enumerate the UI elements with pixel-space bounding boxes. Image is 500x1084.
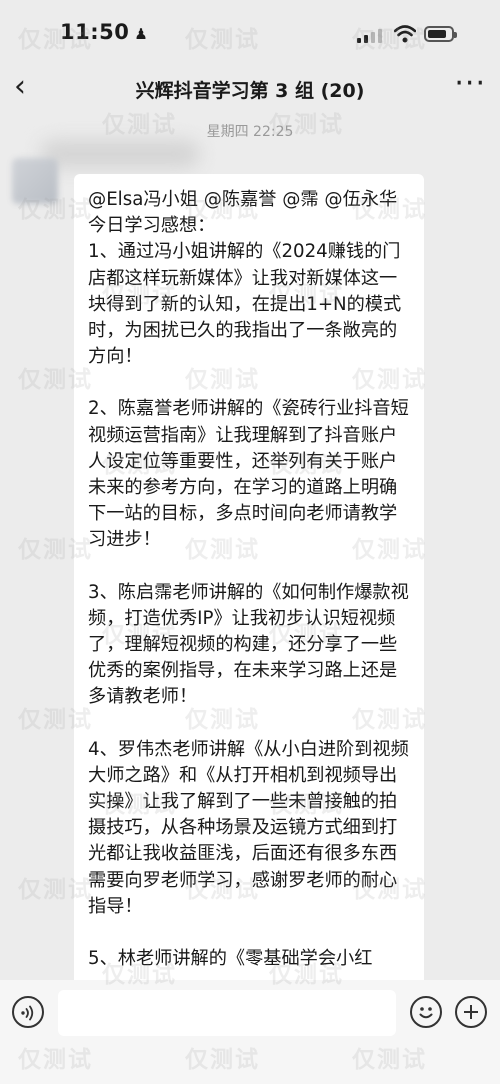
battery-level bbox=[428, 30, 446, 38]
sender-name-blurred bbox=[40, 140, 200, 168]
message-input[interactable] bbox=[58, 990, 396, 1036]
chat-input-bar bbox=[0, 980, 500, 1084]
message-paragraph-5: 5、林老师讲解的《零基础学会小红 bbox=[88, 948, 373, 970]
focus-person-icon: ♟ bbox=[134, 25, 149, 43]
cellular-signal-icon bbox=[357, 27, 387, 43]
sender-avatar[interactable] bbox=[12, 158, 58, 204]
emoji-icon[interactable] bbox=[410, 996, 442, 1028]
status-time: 11:50 ♟ bbox=[60, 20, 149, 44]
battery-icon bbox=[424, 26, 457, 42]
message-timestamp: 星期四 22:25 bbox=[206, 124, 294, 140]
message-paragraph-1: @Elsa冯小姐 @陈嘉誉 @霈 @伍永华 今日学习感想： 1、通过冯小姐讲解的… bbox=[88, 189, 402, 368]
message-bubble[interactable]: @Elsa冯小姐 @陈嘉誉 @霈 @伍永华 今日学习感想： 1、通过冯小姐讲解的… bbox=[74, 174, 424, 1004]
message-paragraph-2: 2、陈嘉誉老师讲解的《瓷砖行业抖音短视频运营指南》让我理解到了抖音账户人设定位等… bbox=[88, 398, 409, 551]
status-bar: 11:50 ♟ bbox=[0, 0, 500, 62]
plus-icon[interactable] bbox=[455, 996, 487, 1028]
more-options-icon[interactable]: ··· bbox=[454, 66, 486, 101]
message-text: @Elsa冯小姐 @陈嘉誉 @霈 @伍永华 今日学习感想： 1、通过冯小姐讲解的… bbox=[74, 174, 424, 972]
chat-title: 兴辉抖音学习第 3 组 (20) bbox=[135, 80, 365, 102]
message-paragraph-4: 4、罗伟杰老师讲解《从小白进阶到视频大师之路》和《从打开相机到视频导出实操》让我… bbox=[88, 738, 409, 917]
message-paragraph-3: 3、陈启霈老师讲解的《如何制作爆款视频，打造优秀IP》让我初步认识短视频了，理解… bbox=[88, 581, 409, 708]
wifi-icon bbox=[394, 25, 416, 43]
voice-input-icon[interactable] bbox=[12, 996, 44, 1028]
nav-bar: ‹ 兴辉抖音学习第 3 组 (20) ··· bbox=[0, 62, 500, 114]
